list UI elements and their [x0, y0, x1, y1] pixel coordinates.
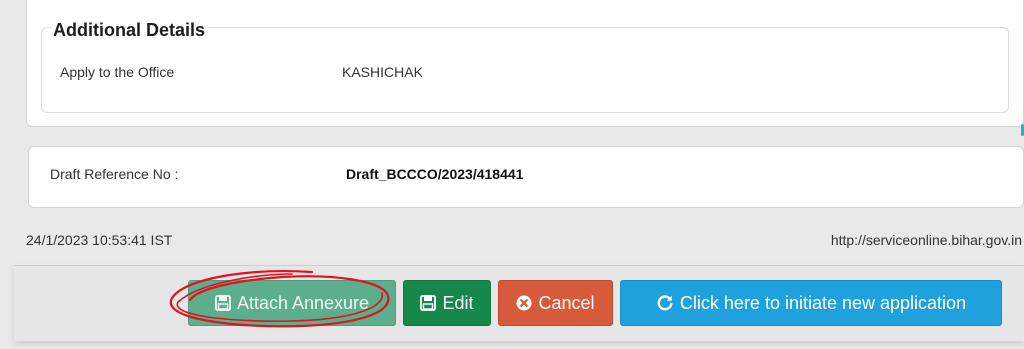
apply-office-label: Apply to the Office — [60, 64, 175, 80]
site-url: http://serviceonline.bihar.gov.in — [830, 232, 1022, 248]
initiate-new-application-button[interactable]: Click here to initiate new application — [620, 280, 1002, 326]
new-application-label: Click here to initiate new application — [679, 292, 967, 313]
additional-details-card: Apply to the Office KASHICHAK Additional… — [26, 0, 1024, 127]
save-icon — [420, 295, 437, 311]
edit-button[interactable]: Edit — [403, 280, 491, 326]
draft-reference-value: Draft_BCCCO/2023/418441 — [346, 166, 524, 182]
save-icon — [215, 295, 231, 311]
cancel-label: Cancel — [538, 292, 595, 313]
action-bar: Attach Annexure Edit Cancel Click here t… — [14, 265, 1024, 341]
edit-label: Edit — [442, 292, 474, 313]
apply-office-value: KASHICHAK — [342, 64, 423, 80]
cancel-button[interactable]: Cancel — [498, 280, 613, 326]
attach-annexure-label: Attach Annexure — [236, 292, 370, 313]
refresh-icon — [656, 294, 674, 312]
section-title: Additional Details — [51, 20, 208, 41]
draft-reference-label: Draft Reference No : — [50, 166, 179, 182]
timestamp: 24/1/2023 10:53:41 IST — [26, 232, 173, 248]
attach-annexure-button[interactable]: Attach Annexure — [188, 280, 396, 326]
draft-reference-card: Draft Reference No : Draft_BCCCO/2023/41… — [28, 146, 1024, 208]
close-circle-icon — [516, 295, 532, 311]
